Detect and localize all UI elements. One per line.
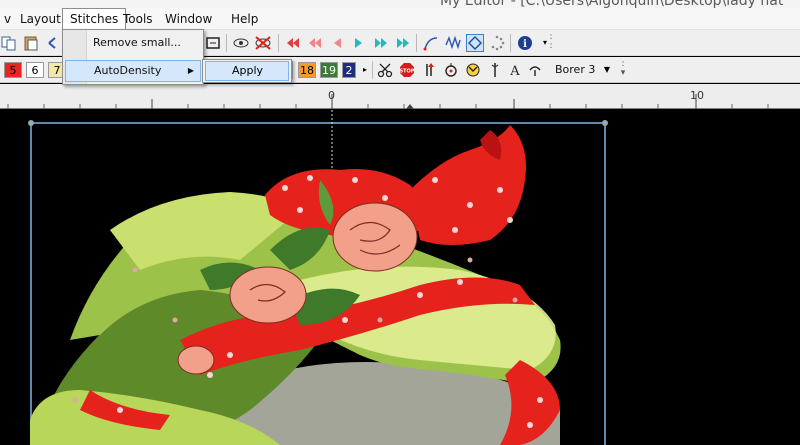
separator — [372, 61, 373, 79]
hide-icon[interactable] — [254, 34, 272, 52]
menu-item-label: AutoDensity — [94, 64, 162, 77]
svg-text:STOP: STOP — [400, 69, 415, 75]
curve-icon[interactable] — [422, 34, 440, 52]
stop-icon[interactable]: STOP — [398, 61, 416, 79]
ruler-ticks — [0, 94, 800, 110]
first-stitch-icon[interactable] — [284, 34, 302, 52]
text-tool-icon[interactable]: A — [506, 61, 524, 79]
color-swatch-2[interactable]: 2 — [342, 62, 356, 78]
back-one-icon[interactable] — [328, 34, 346, 52]
design-canvas[interactable] — [0, 110, 800, 445]
title-bar: My Editor - [C:\Users\Algonquin\Desktop\… — [0, 0, 800, 9]
submenu-arrow-icon: ▶ — [187, 66, 194, 75]
color-swatch-18[interactable]: 18 — [298, 62, 316, 78]
embroidery-design — [28, 110, 608, 445]
selection-handle[interactable] — [28, 120, 34, 126]
needle-up-icon[interactable] — [420, 61, 438, 79]
ruler-label-0: 0 — [328, 89, 335, 102]
spinner-icon[interactable] — [488, 34, 506, 52]
needle-select[interactable]: Borer 3 — [555, 63, 595, 76]
needle-icon[interactable] — [486, 61, 504, 79]
stitches-dropdown: Remove small... AutoDensity ▶ — [62, 29, 204, 85]
forward-many-icon[interactable] — [372, 34, 390, 52]
outline-select-icon[interactable] — [466, 34, 484, 52]
scissors-icon[interactable] — [376, 61, 394, 79]
chevron-down-icon[interactable]: ▼ — [598, 61, 616, 79]
info-icon[interactable]: i — [516, 34, 534, 52]
color-swatch-19[interactable]: 19 — [320, 62, 338, 78]
separator — [292, 61, 293, 79]
horizontal-ruler: 0 10 — [0, 84, 800, 110]
undo-icon[interactable] — [44, 34, 62, 52]
eye-icon[interactable] — [232, 34, 250, 52]
separator — [416, 34, 417, 52]
ruler-label-10: 10 — [690, 89, 704, 102]
wave-icon[interactable] — [444, 34, 462, 52]
back-many-icon[interactable] — [306, 34, 324, 52]
rose-large — [332, 202, 418, 272]
copy-icon[interactable] — [0, 34, 18, 52]
color-swatch-5[interactable]: 5 — [4, 62, 22, 78]
borer-icon[interactable] — [526, 61, 544, 79]
toolbar-grip[interactable]: : ▾ — [620, 60, 626, 80]
rose-medium — [229, 266, 307, 324]
rose-bud — [177, 345, 215, 375]
menu-window[interactable]: Window — [158, 8, 219, 30]
menu-item-remove-small[interactable]: Remove small... — [65, 32, 201, 54]
tension-icon[interactable] — [464, 61, 482, 79]
menu-help[interactable]: Help — [224, 8, 265, 30]
svg-text:A: A — [509, 64, 520, 78]
menu-tools[interactable]: Tools — [116, 8, 160, 30]
separator — [510, 34, 511, 52]
bobbin-icon[interactable] — [442, 61, 460, 79]
forward-one-icon[interactable] — [350, 34, 368, 52]
selection-handle[interactable] — [602, 120, 608, 126]
menu-item-apply[interactable]: Apply — [205, 61, 289, 81]
menu-item-autodensity[interactable]: AutoDensity ▶ — [65, 60, 201, 82]
color-swatch-6[interactable]: 6 — [26, 62, 44, 78]
bow-right-loop — [410, 125, 526, 245]
frame-icon[interactable] — [204, 34, 222, 52]
separator — [226, 34, 227, 52]
menu-layout[interactable]: Layout — [13, 8, 68, 30]
last-stitch-icon[interactable] — [394, 34, 412, 52]
svg-text:i: i — [523, 39, 527, 50]
app-window: My Editor - [C:\Users\Algonquin\Desktop\… — [0, 0, 800, 445]
menu-item-label: Remove small... — [93, 36, 181, 49]
paste-icon[interactable] — [22, 34, 40, 52]
toolbar-grip[interactable]: :: — [548, 33, 554, 53]
menubar: v Layout Stitches Tools Window Help — [0, 8, 800, 30]
autodensity-submenu: Apply — [202, 59, 292, 83]
separator — [278, 34, 279, 52]
